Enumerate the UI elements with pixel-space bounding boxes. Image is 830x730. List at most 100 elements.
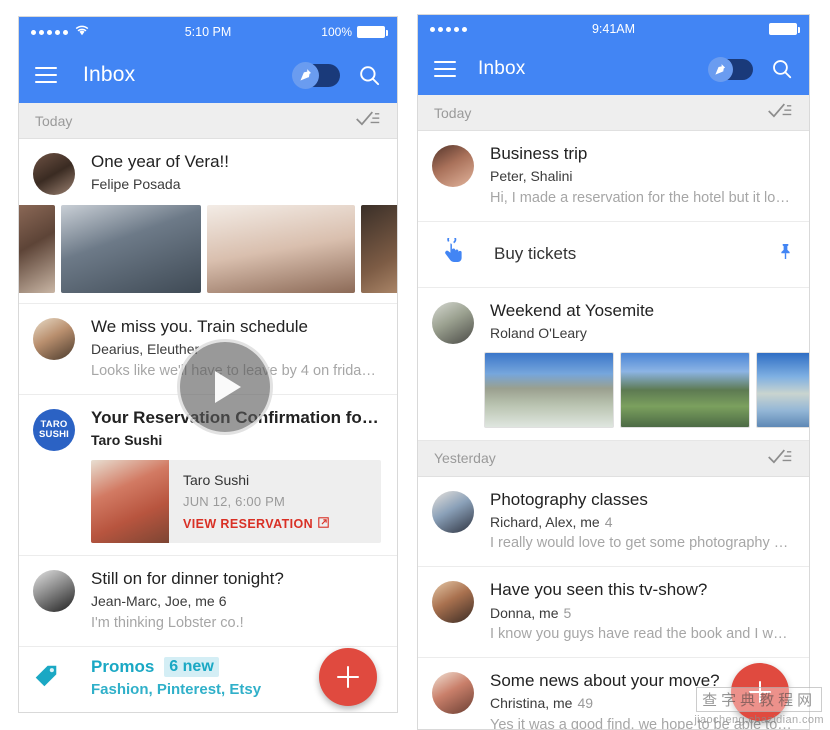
message-snippet: Hi, I made a reservation for the hotel b…: [490, 189, 793, 206]
play-triangle: [215, 371, 241, 403]
plus-icon: [749, 681, 771, 703]
message-snippet: I really would love to get some photogra…: [490, 535, 793, 552]
compose-fab-button[interactable]: [319, 648, 377, 706]
message-senders: Taro Sushi: [91, 431, 163, 448]
status-bar-right-group: 100%: [321, 25, 388, 39]
section-label: Today: [35, 112, 73, 129]
message-subject: Have you seen this tv-show?: [490, 580, 708, 600]
pin-toggle[interactable]: [292, 61, 340, 89]
message-count: 6: [218, 593, 227, 610]
signal-strength-icon: [31, 25, 89, 39]
right-app-bar: Inbox: [418, 43, 809, 95]
avatar: [432, 490, 474, 533]
external-link-icon: [318, 517, 329, 531]
photo-thumbnail[interactable]: [756, 351, 809, 428]
battery-percent-label: 100%: [321, 25, 352, 39]
table-row[interactable]: One year of Vera!! Felipe Posada: [19, 139, 397, 195]
section-label: Yesterday: [434, 450, 496, 467]
sweep-done-icon[interactable]: [355, 110, 381, 131]
avatar: [33, 570, 75, 613]
message-senders: Jean-Marc, Joe, me 6: [91, 592, 381, 612]
row-content: Business trip Peter, Shalini Hi, I made …: [490, 143, 793, 209]
table-row[interactable]: Still on for dinner tonight? Jean-Marc, …: [19, 556, 397, 648]
message-subject: We miss you. Train schedule: [91, 317, 308, 336]
tag-icon: [33, 657, 75, 689]
table-row[interactable]: Photography classes Richard, Alex, me 4 I…: [418, 477, 809, 568]
table-row[interactable]: Have you seen this tv-show? Donna, me 5 I…: [418, 567, 809, 659]
message-subject: Still on for dinner tonight?: [91, 569, 284, 589]
left-status-bar: 5:10 PM 100%: [19, 17, 397, 47]
right-status-bar: 9:41AM: [418, 15, 809, 43]
photo-strip: [19, 205, 397, 303]
photo-thumbnail[interactable]: [484, 351, 614, 428]
photo-thumbnail[interactable]: [361, 205, 397, 293]
search-icon[interactable]: [358, 64, 381, 87]
hamburger-menu-icon[interactable]: [434, 61, 456, 77]
pin-toggle[interactable]: [708, 56, 753, 82]
battery-full-icon: [769, 23, 800, 35]
table-row[interactable]: Weekend at Yosemite Roland O'Leary: [418, 288, 809, 348]
message-subject: Business trip: [490, 144, 588, 163]
senders-names: Christina, me: [490, 695, 573, 712]
reservation-card[interactable]: Taro Sushi JUN 12, 6:00 PM VIEW RESERVAT…: [91, 460, 381, 544]
section-label: Today: [434, 104, 472, 121]
promos-subtitle: Fashion, Pinterest, Etsy: [91, 681, 262, 699]
photo-thumbnail[interactable]: [19, 205, 55, 293]
message-snippet: I'm thinking Lobster co.!: [91, 615, 244, 632]
message-count: 4: [604, 513, 613, 530]
left-app-bar: Inbox: [19, 47, 397, 103]
page-title: Inbox: [83, 63, 136, 86]
battery-full-icon: [357, 26, 388, 38]
app-bar-actions: [708, 56, 793, 82]
app-bar-actions: [292, 61, 381, 89]
table-row[interactable]: Business trip Peter, Shalini Hi, I made …: [418, 131, 809, 222]
pin-icon: [292, 61, 319, 89]
row-content: Weekend at Yosemite Roland O'Leary: [490, 300, 793, 344]
sweep-done-icon[interactable]: [767, 102, 793, 123]
photo-strip: [484, 351, 809, 428]
hamburger-menu-icon[interactable]: [35, 67, 57, 83]
photo-thumbnail[interactable]: [207, 205, 355, 293]
message-senders: Peter, Shalini: [490, 168, 573, 185]
photo-attachment-strip: [418, 348, 809, 441]
message-count: 49: [577, 695, 594, 712]
reservation-details: Taro Sushi JUN 12, 6:00 PM VIEW RESERVAT…: [169, 460, 343, 543]
row-content: Have you seen this tv-show? Donna, me 5 I…: [490, 579, 793, 645]
promos-new-badge: 6 new: [164, 657, 219, 678]
search-icon[interactable]: [771, 58, 793, 80]
row-content: Still on for dinner tonight? Jean-Marc, …: [91, 568, 381, 634]
message-snippet: I know you guys have read the book and I…: [490, 626, 793, 643]
view-reservation-label: VIEW RESERVATION: [183, 517, 314, 532]
message-senders: Richard, Alex, me 4: [490, 513, 793, 533]
message-senders: Donna, me 5: [490, 604, 793, 624]
message-subject: Weekend at Yosemite: [490, 300, 655, 320]
right-phone-mockup: 9:41AM Inbox Today Business trip Peter, …: [417, 14, 810, 730]
senders-names: Jean-Marc, Joe, me: [91, 593, 215, 610]
message-subject: One year of Vera!!: [91, 152, 229, 171]
right-message-list: Business trip Peter, Shalini Hi, I made …: [418, 131, 809, 729]
pin-icon[interactable]: [778, 243, 793, 265]
view-reservation-button[interactable]: VIEW RESERVATION: [183, 517, 329, 531]
photo-thumbnail[interactable]: [620, 351, 750, 428]
promos-content: Promos 6 new Fashion, Pinterest, Etsy: [91, 657, 261, 698]
hand-tap-icon: [440, 234, 466, 271]
signal-strength-icon: [430, 26, 467, 32]
reservation-title: Taro Sushi: [183, 472, 250, 489]
avatar: [432, 145, 474, 187]
photo-attachment-strip: [19, 195, 397, 304]
avatar: [33, 318, 75, 360]
reminder-row[interactable]: Buy tickets: [418, 222, 809, 288]
wifi-icon: [75, 25, 89, 39]
compose-fab-button[interactable]: [731, 663, 789, 721]
play-icon[interactable]: [177, 339, 273, 435]
row-content: Photography classes Richard, Alex, me 4 I…: [490, 489, 793, 555]
plus-icon: [337, 666, 359, 688]
pin-icon: [708, 56, 733, 82]
section-header-today: Today: [19, 103, 397, 139]
left-phone-mockup: 5:10 PM 100% Inbox Today One year of Ver…: [18, 16, 398, 713]
reservation-image: [91, 460, 169, 544]
avatar: TARO SUSHI: [33, 408, 75, 451]
photo-thumbnail[interactable]: [61, 205, 201, 293]
sweep-done-icon[interactable]: [767, 448, 793, 469]
page-title: Inbox: [478, 58, 526, 79]
